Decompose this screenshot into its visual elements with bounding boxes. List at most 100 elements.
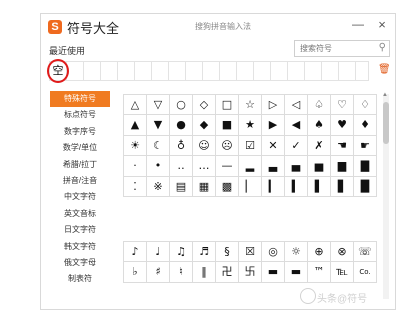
category-item[interactable]: 拼音/注音 xyxy=(50,173,110,189)
symbol-cell[interactable]: § xyxy=(216,242,239,263)
symbol-cell[interactable]: ♠ xyxy=(308,115,331,136)
symbol-cell[interactable]: ☆ xyxy=(239,95,262,116)
symbol-cell[interactable]: ⊕ xyxy=(308,242,331,263)
category-item[interactable]: 英文音标 xyxy=(50,206,110,222)
symbol-cell[interactable]: ♁ xyxy=(170,135,193,157)
trash-icon[interactable]: 🗑 xyxy=(378,64,391,75)
symbol-cell[interactable]: ♦ xyxy=(354,115,377,136)
symbol-cell[interactable]: ◁ xyxy=(285,95,308,116)
recent-symbol-cell[interactable] xyxy=(186,62,203,80)
symbol-cell[interactable]: ✕ xyxy=(262,135,285,157)
symbol-cell[interactable]: ◆ xyxy=(193,115,216,136)
symbol-cell[interactable]: Co. xyxy=(354,262,377,283)
symbol-cell[interactable]: ♪ xyxy=(124,242,147,263)
symbol-cell[interactable]: ▎ xyxy=(262,176,285,197)
category-item[interactable]: 特殊符号 xyxy=(50,91,110,108)
symbol-cell[interactable]: ◀ xyxy=(285,115,308,136)
symbol-cell[interactable]: ♩ xyxy=(147,242,170,263)
recent-symbol-cell[interactable] xyxy=(101,62,118,80)
search-icon[interactable]: ⚲ xyxy=(379,42,386,53)
category-item[interactable]: 制表符 xyxy=(50,271,110,287)
recent-symbol-cell[interactable] xyxy=(203,62,220,80)
symbol-cell[interactable]: — xyxy=(216,156,239,177)
scroll-up-icon[interactable]: ▲ xyxy=(382,92,388,98)
symbol-cell[interactable]: ※ xyxy=(147,176,170,197)
symbol-cell[interactable]: ☺ xyxy=(193,135,216,157)
symbol-cell[interactable]: ▶ xyxy=(262,115,285,136)
recent-symbol-cell[interactable] xyxy=(237,62,254,80)
symbol-cell[interactable]: ℡ xyxy=(331,262,354,283)
symbol-cell[interactable]: ▃ xyxy=(262,156,285,177)
symbol-cell[interactable]: ▏ xyxy=(239,176,262,197)
symbol-cell[interactable]: △ xyxy=(124,95,147,116)
recent-symbol-cell[interactable] xyxy=(135,62,152,80)
symbol-cell[interactable]: ▋ xyxy=(331,176,354,197)
category-item[interactable]: 数字序号 xyxy=(50,124,110,140)
symbol-cell[interactable]: ‖ xyxy=(193,262,216,283)
symbol-cell[interactable]: ▽ xyxy=(147,95,170,116)
symbol-cell[interactable]: ⊗ xyxy=(331,242,354,263)
symbol-cell[interactable]: ▄ xyxy=(285,156,308,177)
recent-symbol-cell[interactable] xyxy=(84,62,101,80)
symbol-cell[interactable]: ☛ xyxy=(354,135,377,157)
recent-symbol-cell[interactable] xyxy=(288,62,305,80)
symbol-cell[interactable]: ♮ xyxy=(170,262,193,283)
symbol-cell[interactable]: ™ xyxy=(308,262,331,283)
scrollbar-thumb[interactable] xyxy=(383,102,389,144)
category-item[interactable]: 日文字符 xyxy=(50,222,110,238)
symbol-cell[interactable]: ☾ xyxy=(147,135,170,157)
symbol-cell[interactable]: ♥ xyxy=(331,115,354,136)
symbol-cell[interactable]: ▬ xyxy=(285,262,308,283)
category-item[interactable]: 俄文字母 xyxy=(50,255,110,271)
recent-symbol-cell[interactable] xyxy=(339,62,356,80)
symbol-cell[interactable]: ‥ xyxy=(170,156,193,177)
recent-symbol-cell[interactable] xyxy=(322,62,339,80)
symbol-cell[interactable]: ▼ xyxy=(147,115,170,136)
recent-symbol-cell[interactable] xyxy=(67,62,84,80)
symbol-cell[interactable]: ▦ xyxy=(193,176,216,197)
symbol-cell[interactable]: · xyxy=(124,156,147,177)
symbol-cell[interactable]: 卐 xyxy=(239,262,262,283)
symbol-cell[interactable]: ✗ xyxy=(308,135,331,157)
symbol-cell[interactable]: ☀ xyxy=(124,135,147,157)
symbol-cell[interactable]: ▲ xyxy=(124,115,147,136)
search-input[interactable] xyxy=(295,41,380,56)
symbol-cell[interactable]: ▷ xyxy=(262,95,285,116)
minimize-button[interactable]: — xyxy=(351,17,365,31)
recent-symbol-cell[interactable] xyxy=(169,62,186,80)
symbol-cell[interactable]: ● xyxy=(170,115,193,136)
symbol-cell[interactable]: ☑ xyxy=(239,135,262,157)
recent-symbol-cell[interactable] xyxy=(152,62,169,80)
symbol-cell[interactable]: ☹ xyxy=(216,135,239,157)
symbol-cell[interactable]: ▍ xyxy=(285,176,308,197)
symbol-cell[interactable]: ♡ xyxy=(331,95,354,116)
symbol-cell[interactable]: • xyxy=(147,156,170,177)
symbol-cell[interactable]: ☏ xyxy=(354,242,377,263)
symbol-cell[interactable]: ▩ xyxy=(216,176,239,197)
symbol-cell[interactable]: □ xyxy=(216,95,239,116)
category-item[interactable]: 数学/单位 xyxy=(50,140,110,156)
symbol-cell[interactable]: ♢ xyxy=(354,95,377,116)
symbol-cell[interactable]: ◇ xyxy=(193,95,216,116)
symbol-cell[interactable]: ♯ xyxy=(147,262,170,283)
category-item[interactable]: 中文字符 xyxy=(50,189,110,205)
symbol-cell[interactable]: ■ xyxy=(216,115,239,136)
symbol-cell[interactable]: ✓ xyxy=(285,135,308,157)
symbol-cell[interactable]: ☚ xyxy=(331,135,354,157)
symbol-cell[interactable]: ♫ xyxy=(170,242,193,263)
symbol-cell[interactable]: ▇ xyxy=(354,156,377,177)
symbol-cell[interactable]: 卍 xyxy=(216,262,239,283)
symbol-cell[interactable]: ♤ xyxy=(308,95,331,116)
recent-symbol-cell[interactable] xyxy=(305,62,322,80)
symbol-cell[interactable]: … xyxy=(193,156,216,177)
symbol-cell[interactable]: ☒ xyxy=(239,242,262,263)
symbol-cell[interactable]: ▅ xyxy=(308,156,331,177)
symbol-cell[interactable]: ♬ xyxy=(193,242,216,263)
symbol-cell[interactable]: ☼ xyxy=(285,242,308,263)
symbol-cell[interactable]: ▌ xyxy=(308,176,331,197)
close-button[interactable]: × xyxy=(375,17,389,32)
symbol-cell[interactable]: ♭ xyxy=(124,262,147,283)
search-box[interactable]: ⚲ xyxy=(294,40,390,57)
recent-symbol-cell[interactable] xyxy=(271,62,288,80)
symbol-cell[interactable]: ★ xyxy=(239,115,262,136)
